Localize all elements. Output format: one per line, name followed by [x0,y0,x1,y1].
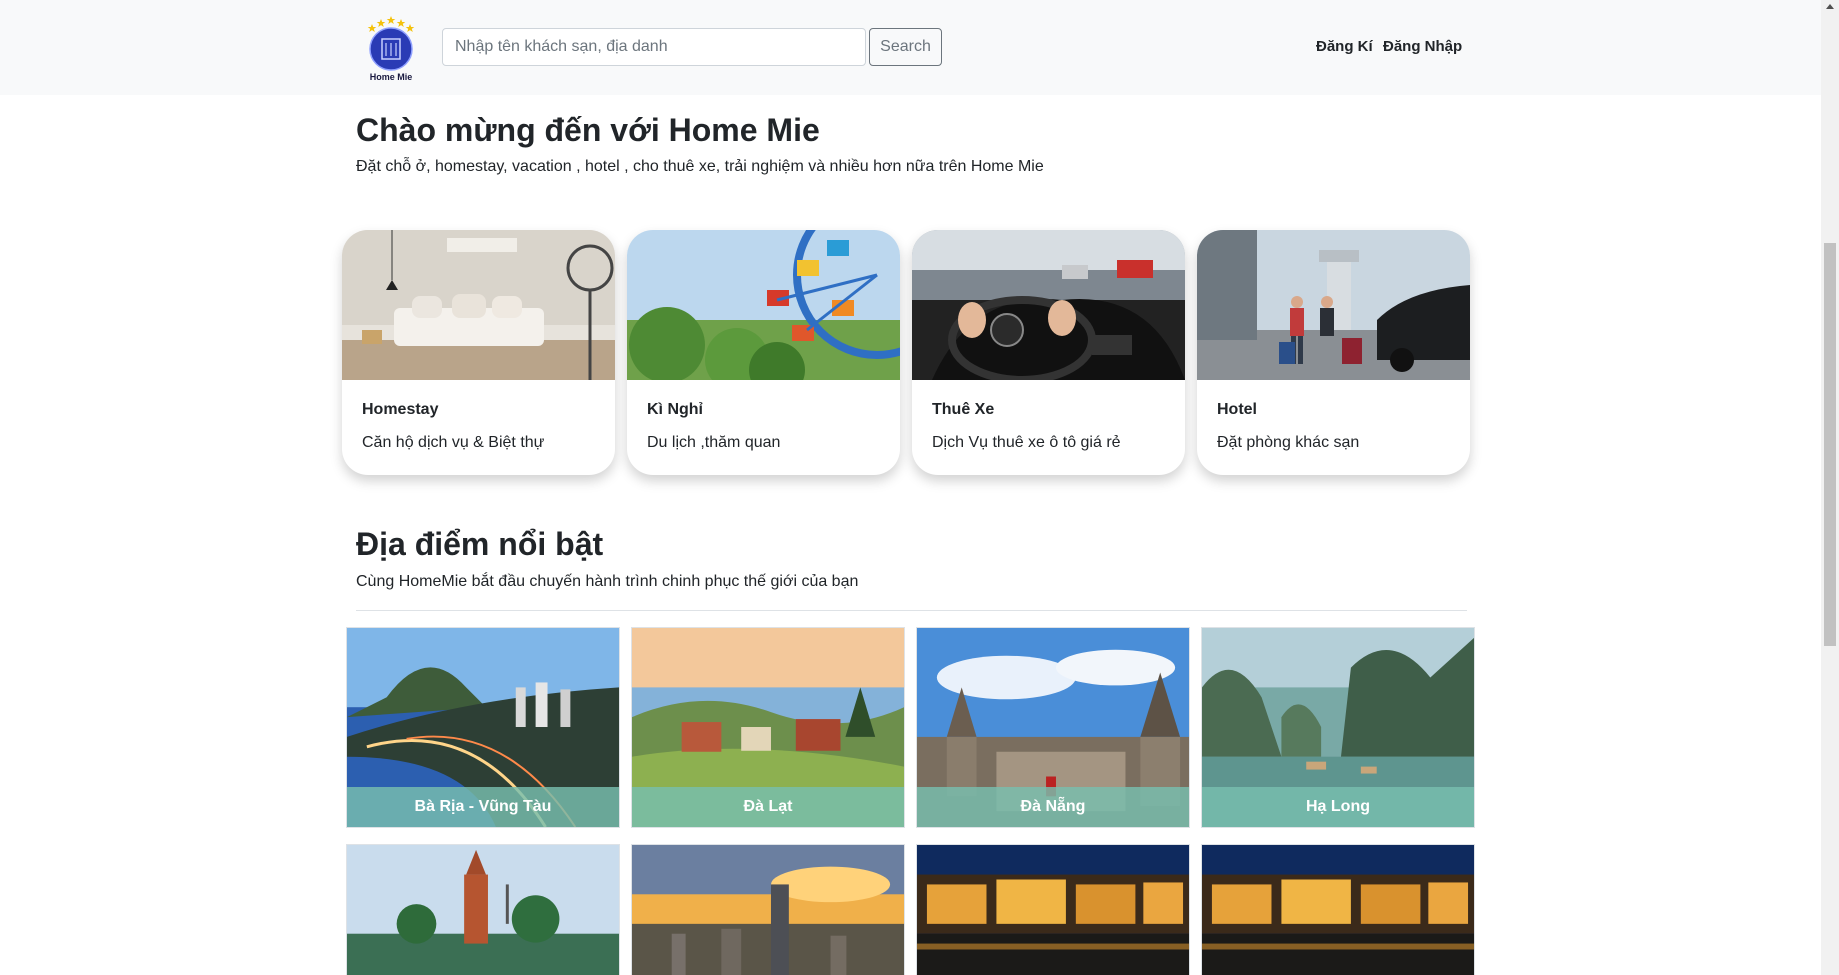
welcome-subtitle: Đặt chỗ ở, homestay, vacation , hotel , … [356,158,1044,175]
hotel-image [1197,230,1470,380]
login-link[interactable]: Đăng Nhập [1383,38,1462,55]
category-title: Thuê Xe [932,401,995,418]
category-description: Dịch Vụ thuê xe ô tô giá rẻ [932,434,1121,451]
featured-title: Địa điểm nổi bật [356,526,604,562]
scroll-thumb[interactable] [1824,243,1836,646]
vacation-image [627,230,900,380]
place-card-ha-long[interactable]: Hạ Long [1201,627,1475,828]
scroll-up-arrow-icon[interactable] [1826,4,1834,9]
car-rental-image [912,230,1185,380]
home-mie-logo[interactable]: Home Mie [362,14,420,82]
place-card-ho-chi-minh[interactable] [631,844,905,975]
category-title: Kì Nghỉ [647,401,703,418]
category-description: Đặt phòng khác sạn [1217,434,1360,451]
place-card-hoi-an-1[interactable] [916,844,1190,975]
category-card-car-rental[interactable]: Thuê Xe Dịch Vụ thuê xe ô tô giá rẻ [912,230,1185,475]
category-card-hotel[interactable]: Hotel Đặt phòng khác sạn [1197,230,1470,475]
place-card-hoi-an-2[interactable] [1201,844,1475,975]
category-description: Căn hộ dịch vụ & Biệt thự [362,434,545,451]
place-name: Hạ Long [1202,787,1474,827]
category-title: Homestay [362,401,439,418]
place-card-hanoi[interactable] [346,844,620,975]
place-name: Đà Nẵng [917,787,1189,827]
place-card-da-nang[interactable]: Đà Nẵng [916,627,1190,828]
svg-text:Home Mie: Home Mie [370,72,413,82]
register-link[interactable]: Đăng Kí [1316,38,1373,55]
place-card-ba-ria-vung-tau[interactable]: Bà Rịa - Vũng Tàu [346,627,620,828]
category-card-homestay[interactable]: Homestay Căn hộ dịch vụ & Biệt thự [342,230,615,475]
category-card-vacation[interactable]: Kì Nghỉ Du lịch ,thăm quan [627,230,900,475]
top-navbar: Home Mie Search Đăng Kí Đăng Nhập [0,0,1821,95]
place-card-da-lat[interactable]: Đà Lạt [631,627,905,828]
place-name: Bà Rịa - Vũng Tàu [347,787,619,827]
hoi-an-night-image [1202,845,1474,975]
homestay-image [342,230,615,380]
category-title: Hotel [1217,401,1257,418]
featured-subtitle: Cùng HomeMie bắt đầu chuyến hành trình c… [356,573,859,590]
category-description: Du lịch ,thăm quan [647,434,781,451]
search-input[interactable] [442,28,866,66]
saigon-skyline-image [632,845,904,975]
section-divider [356,610,1467,611]
hanoi-pagoda-image [347,845,619,975]
search-button[interactable]: Search [869,28,942,66]
welcome-title: Chào mừng đến với Home Mie [356,112,820,148]
page-scrollbar[interactable] [1821,0,1839,975]
hoi-an-night-image [917,845,1189,975]
place-name: Đà Lạt [632,787,904,827]
